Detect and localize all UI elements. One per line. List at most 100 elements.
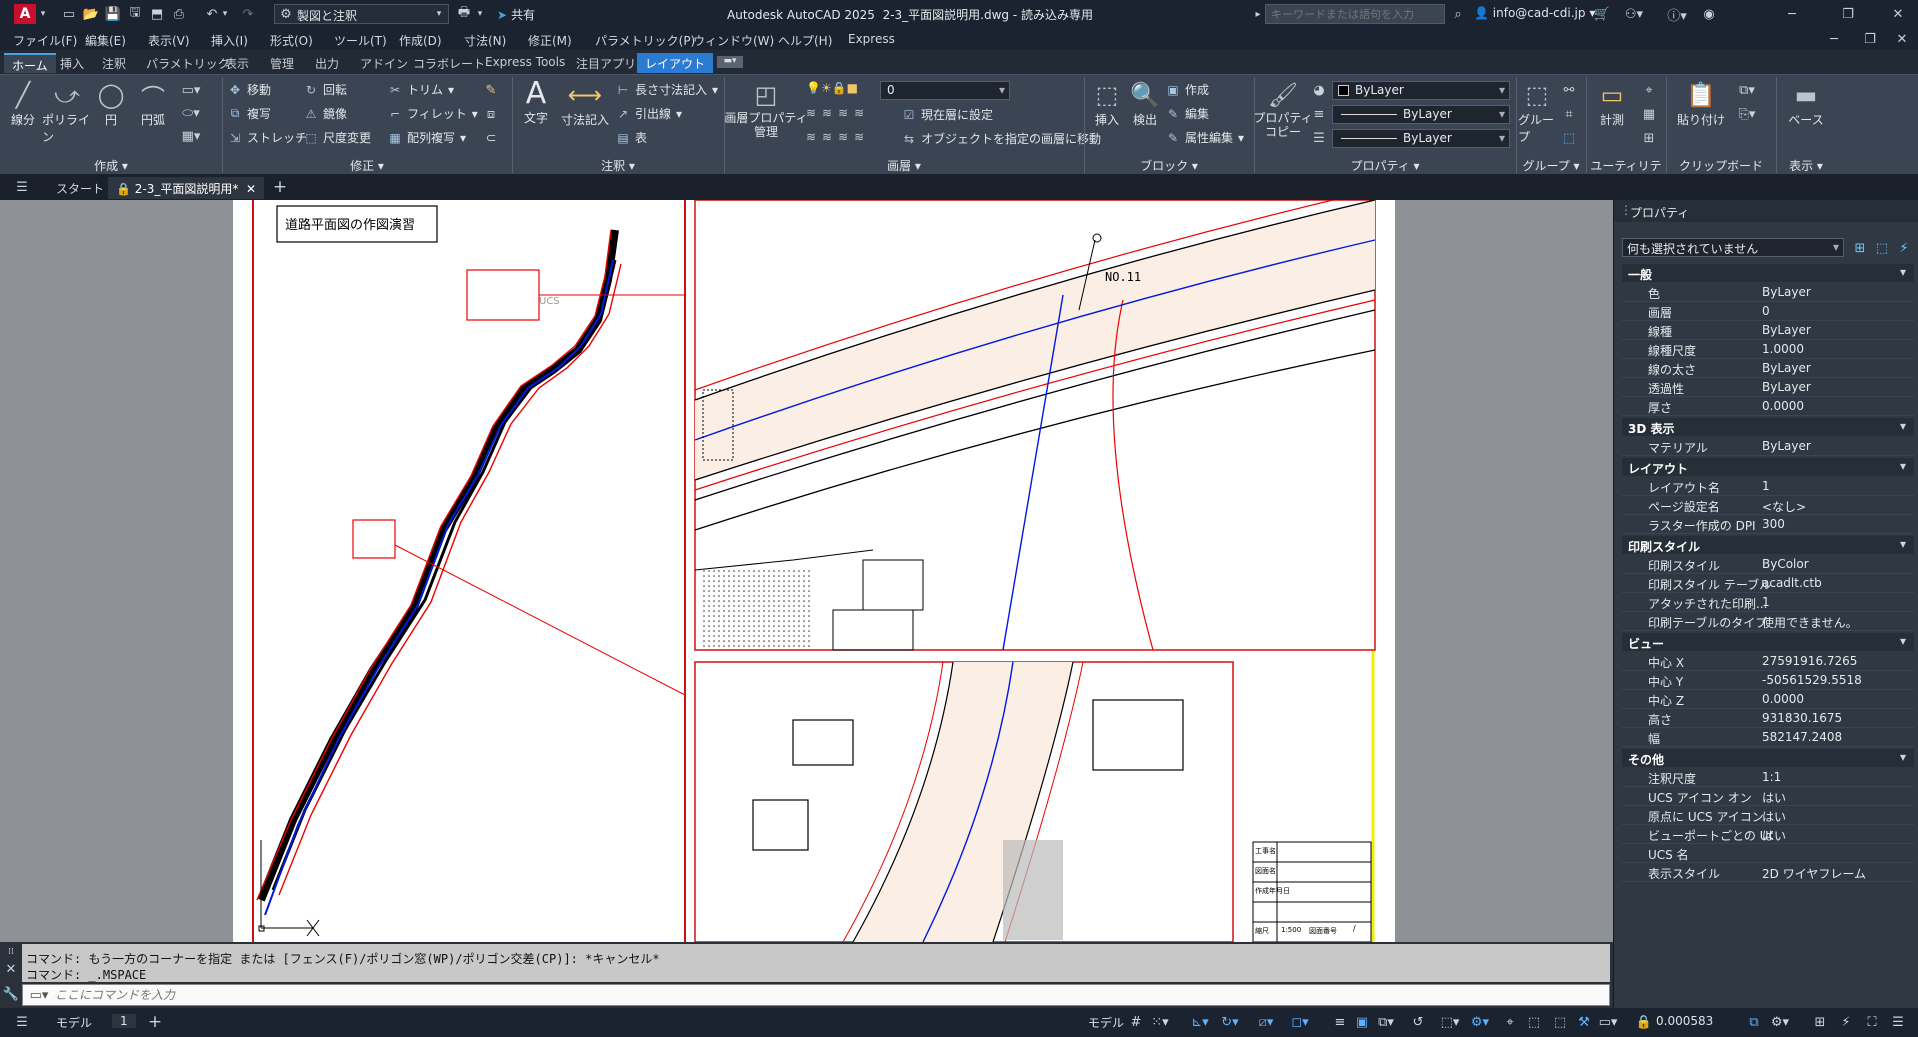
lock-ui-icon[interactable]: 🔒 xyxy=(1634,1012,1654,1032)
arc-tool[interactable]: ⌒ 円弧 xyxy=(134,79,172,128)
edit-block-tool[interactable]: ✎ 編集 xyxy=(1166,105,1209,122)
property-row[interactable]: 中心 X 27591916.7265 xyxy=(1622,652,1914,671)
annotation-visibility-icon[interactable]: ⬚ xyxy=(1550,1012,1570,1032)
edit-attr-tool[interactable]: ✎ 属性編集 ▾ xyxy=(1166,129,1244,146)
command-window-grip-icon[interactable]: ⁞⁞ xyxy=(4,946,18,958)
snap-icon[interactable]: ⁙▾ xyxy=(1150,1012,1170,1032)
property-row[interactable]: 色 ByLayer xyxy=(1622,283,1914,302)
copy-tool[interactable]: ⧉ 複写 xyxy=(228,105,271,122)
property-row[interactable]: 線の太さ ByLayer xyxy=(1622,359,1914,378)
linetype-icon[interactable]: ≡ xyxy=(1310,105,1328,123)
copy-clip-icon[interactable]: ⧉▾ xyxy=(1734,81,1760,99)
mirror-tool[interactable]: ⚠ 鏡像 xyxy=(304,105,347,122)
property-section-header[interactable]: レイアウト xyxy=(1622,458,1914,476)
panel-title-draw[interactable]: 作成 ▾ xyxy=(0,157,222,173)
open-web-icon[interactable]: ⬒ xyxy=(148,5,166,23)
drawing-canvas[interactable] xyxy=(233,200,1395,942)
cut-icon[interactable]: ⎘▾ xyxy=(1734,105,1760,123)
redo-icon[interactable]: ↷ xyxy=(238,5,258,23)
polyline-tool[interactable]: ⤻ ポリライン xyxy=(42,79,92,145)
property-row[interactable]: 線種 ByLayer xyxy=(1622,321,1914,340)
property-row[interactable]: 厚さ 0.0000 xyxy=(1622,397,1914,416)
transparency-icon[interactable]: ▣ xyxy=(1352,1012,1372,1032)
property-row[interactable]: 表示スタイル 2D ワイヤフレーム xyxy=(1622,863,1914,882)
lineweight-dropdown[interactable]: ByLayer xyxy=(1332,129,1510,148)
panel-title-block[interactable]: ブロック ▾ xyxy=(1084,157,1254,173)
property-row[interactable]: 印刷スタイル テーブル acadlt.ctb xyxy=(1622,574,1914,593)
tab-layout[interactable]: レイアウト xyxy=(637,53,714,73)
properties-header[interactable]: ⋮ プロパティ xyxy=(1614,200,1918,222)
save-icon[interactable]: 💾 xyxy=(104,5,122,23)
viewport-lock-icon[interactable]: ⧉ xyxy=(1744,1012,1764,1032)
menu-modify[interactable]: 修正(M) xyxy=(528,32,572,49)
hamburger-icon[interactable]: ☰ xyxy=(12,178,32,196)
create-block-tool[interactable]: ▣ 作成 xyxy=(1166,81,1209,98)
array-tool[interactable]: ▦ 配列複写 ▾ xyxy=(388,129,466,146)
erase-icon[interactable]: ✎ xyxy=(482,81,500,99)
menu-draw[interactable]: 作成(D) xyxy=(399,32,442,49)
layer-properties-tool[interactable]: ◰ 画層プロパティ 管理 xyxy=(724,79,807,139)
panel-title-utilities[interactable]: ユーティリティ ▾ xyxy=(1586,157,1666,190)
tab-featured-apps[interactable]: 注目アプリ xyxy=(568,53,644,73)
property-row[interactable]: UCS 名 xyxy=(1622,844,1914,863)
ribbon-options-icon[interactable]: ▬▾ xyxy=(717,56,743,68)
maximize-icon[interactable]: ❐ xyxy=(1836,5,1860,23)
isodraft-icon[interactable]: ⧄▾ xyxy=(1256,1012,1276,1032)
road-overview[interactable] xyxy=(257,229,619,902)
customize-status-gear-icon[interactable]: ⚙▾ xyxy=(1770,1012,1790,1032)
hardware-accel-icon[interactable]: ⬚ xyxy=(1524,1012,1544,1032)
search-expand-icon[interactable]: ▸ xyxy=(1252,5,1264,23)
search-input[interactable] xyxy=(1265,4,1445,24)
boundary-icon[interactable]: ▦▾ xyxy=(178,127,204,145)
tab-close-icon[interactable]: ✕ xyxy=(242,182,256,196)
share-button[interactable]: ➤ 共有 xyxy=(497,6,535,23)
property-row[interactable]: 中心 Z 0.0000 xyxy=(1622,690,1914,709)
measure-tool[interactable]: ▭ 計測 xyxy=(1592,79,1632,128)
scale-tool[interactable]: ⬚ 尺度変更 xyxy=(304,129,371,146)
match-properties-tool[interactable]: 🖌 プロパティ コピー xyxy=(1253,79,1312,139)
user-account[interactable]: 👤 info@cad-cdi.jp ▾ xyxy=(1474,6,1595,20)
selection-cycling-icon[interactable]: ⧉▾ xyxy=(1376,1012,1396,1032)
auto-scale-icon[interactable]: ⚒ xyxy=(1574,1012,1594,1032)
help-icon[interactable]: ⓘ▾ xyxy=(1663,5,1691,24)
menu-help[interactable]: ヘルプ(H) xyxy=(778,32,832,49)
menu-window[interactable]: ウィンドウ(W) xyxy=(693,32,774,49)
toggle-pickadd-icon[interactable]: ⊞ xyxy=(1850,238,1870,258)
tab-document[interactable]: 🔒 2-3_平面図説明用* ✕ xyxy=(108,177,265,199)
app-menu-chevron-icon[interactable]: ▾ xyxy=(38,6,48,22)
property-row[interactable]: ページ設定名 <なし> xyxy=(1622,496,1914,515)
property-row[interactable]: 画層 0 xyxy=(1622,302,1914,321)
stretch-tool[interactable]: ⇲ ストレッチ xyxy=(228,129,307,146)
tab-manage[interactable]: 管理 xyxy=(262,53,302,73)
tab-layout-1[interactable]: 1 xyxy=(112,1014,136,1028)
move-tool[interactable]: ✥ 移動 xyxy=(228,81,271,98)
app-minimize-icon[interactable]: ─ xyxy=(1824,30,1844,48)
layer-state-icons[interactable]: 💡☀🔒■ xyxy=(806,81,858,95)
new-file-icon[interactable]: ▭ xyxy=(60,5,78,23)
panel-title-modify[interactable]: 修正 ▾ xyxy=(222,157,512,173)
polar-icon[interactable]: ↻▾ xyxy=(1220,1012,1240,1032)
tab-insert[interactable]: 挿入 xyxy=(52,53,92,73)
isolate-icon[interactable]: ⌖ xyxy=(1500,1012,1520,1032)
layer-tool-icons-row1[interactable]: ≋≋≋≋ xyxy=(806,106,870,120)
leader-tool[interactable]: ↗ 引出線 ▾ xyxy=(616,105,682,122)
app-logo[interactable]: A xyxy=(14,4,36,24)
property-row[interactable]: 透過性 ByLayer xyxy=(1622,378,1914,397)
panel-title-view[interactable]: 表示 ▾ xyxy=(1776,157,1836,173)
table-tool[interactable]: ▤ 表 xyxy=(616,129,647,146)
id-point-icon[interactable]: ⊞ xyxy=(1640,129,1658,147)
panel-title-annotation[interactable]: 注釈 ▾ xyxy=(512,157,724,173)
tab-start[interactable]: スタート xyxy=(48,177,112,199)
tab-view[interactable]: 表示 xyxy=(217,53,257,73)
group-tool[interactable]: ⬚ グループ xyxy=(1518,79,1556,145)
command-prompt-icon[interactable]: ▭▾ xyxy=(27,987,51,1003)
panel-title-layers[interactable]: 画層 ▾ xyxy=(724,157,1084,173)
color-dropdown[interactable]: ByLayer xyxy=(1332,81,1510,100)
menu-format[interactable]: 形式(O) xyxy=(270,32,313,49)
status-customize-icon[interactable]: ☰ xyxy=(1888,1012,1908,1032)
qat-more-icon[interactable]: ▾ xyxy=(475,6,485,22)
layer-dropdown[interactable]: 0 xyxy=(880,81,1010,100)
property-row[interactable]: 注釈尺度 1:1 xyxy=(1622,768,1914,787)
detect-tool[interactable]: 🔍 検出 xyxy=(1126,79,1164,128)
group-edit-icon[interactable]: ⌗ xyxy=(1560,105,1578,123)
